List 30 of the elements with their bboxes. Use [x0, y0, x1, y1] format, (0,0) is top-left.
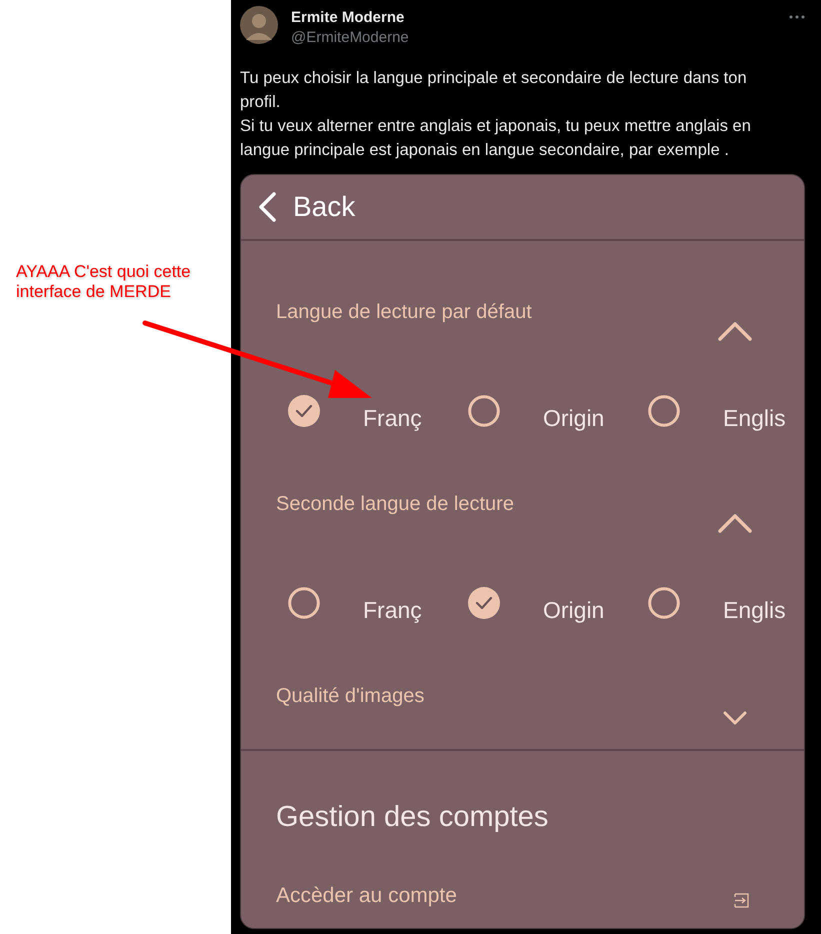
section-title[interactable]: Langue de lecture par défaut — [276, 301, 532, 324]
avatar-icon[interactable] — [240, 6, 278, 44]
radio-icon[interactable] — [468, 395, 500, 427]
account-link[interactable]: Accèder au compte — [276, 884, 457, 908]
option-label[interactable]: Origin — [543, 405, 604, 432]
tweet-text: Tu peux choisir la langue principale et secondaire de lecture dans ton profil. — [240, 68, 748, 113]
author-handle[interactable]: @ErmiteModerne — [291, 29, 409, 46]
option-label[interactable]: Englis — [723, 597, 786, 624]
chevron-down-icon[interactable] — [723, 711, 747, 725]
back-label[interactable]: Back — [293, 191, 356, 223]
back-icon[interactable] — [257, 191, 277, 223]
login-icon[interactable] — [734, 893, 749, 908]
author-name[interactable]: Ermite Moderne — [291, 9, 409, 26]
section-heading: Gestion des comptes — [276, 801, 550, 834]
section-title[interactable]: Qualité d'images — [276, 685, 424, 708]
radio-checked-icon[interactable] — [468, 587, 500, 619]
annotation-text: AYAAA C'est quoi cette interface de MERDE — [16, 262, 192, 302]
radio-checked-icon[interactable] — [288, 395, 320, 427]
option-label[interactable]: Englis — [723, 405, 786, 432]
option-label[interactable]: Franç — [363, 405, 422, 432]
radio-icon[interactable] — [648, 587, 680, 619]
radio-icon[interactable] — [648, 395, 680, 427]
chevron-up-icon[interactable] — [718, 321, 752, 341]
chevron-up-icon[interactable] — [718, 513, 752, 533]
radio-icon[interactable] — [288, 587, 320, 619]
option-label[interactable]: Origin — [543, 597, 604, 624]
option-label[interactable]: Franç — [363, 597, 422, 624]
more-icon[interactable] — [789, 15, 805, 19]
tweet-text: Si tu veux alterner entre anglais et japonais, tu peux mettre anglais en langue principale est japonais en langue secondaire, par exemple . — [240, 116, 752, 161]
section-title[interactable]: Seconde langue de lecture — [276, 493, 514, 516]
